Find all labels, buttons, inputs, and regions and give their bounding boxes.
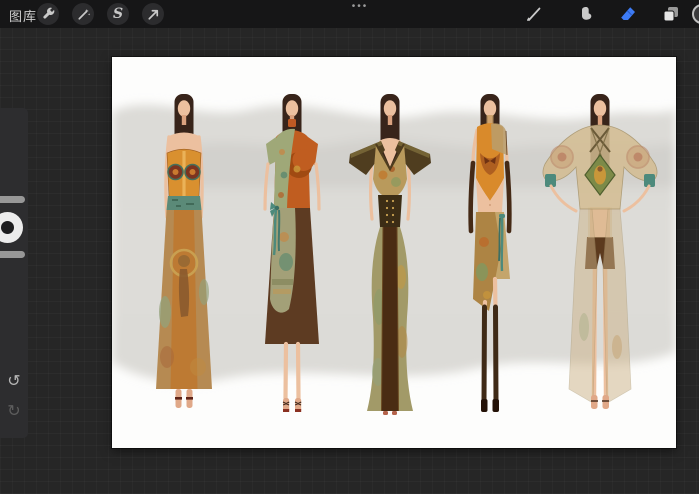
paintbrush-icon (525, 5, 543, 23)
erase-tool-button[interactable] (618, 4, 638, 24)
redo-button[interactable]: ↻ (4, 402, 24, 422)
color-swatch-icon[interactable] (692, 4, 699, 24)
smudge-tool-button[interactable] (576, 4, 596, 24)
wrench-icon (41, 7, 56, 22)
adjustments-button[interactable] (72, 3, 94, 25)
actions-button[interactable] (37, 3, 59, 25)
top-toolbar: 图库 S ••• (0, 0, 699, 28)
eraser-icon (619, 5, 637, 23)
modify-button-hole (1, 221, 14, 234)
selection-button[interactable]: S (107, 3, 129, 25)
undo-button[interactable]: ↺ (4, 372, 24, 392)
layers-icon (662, 5, 680, 23)
transform-button[interactable] (142, 3, 164, 25)
transform-arrow-icon (146, 7, 161, 22)
modify-button[interactable] (0, 212, 23, 243)
opacity-slider[interactable] (0, 251, 25, 258)
brush-sidebar: ↺ ↻ (0, 108, 28, 438)
gallery-button[interactable]: 图库 (9, 6, 37, 25)
artwork-fashion-lineup (112, 57, 676, 448)
selection-s-icon: S (113, 7, 123, 21)
screen-more-indicator[interactable]: ••• (338, 1, 382, 12)
smudge-finger-icon (577, 5, 595, 23)
magic-wand-icon (76, 7, 91, 22)
layers-button[interactable] (661, 4, 681, 24)
drawing-canvas[interactable] (112, 57, 676, 448)
brush-size-slider[interactable] (0, 196, 25, 203)
paint-tool-button[interactable] (524, 4, 544, 24)
